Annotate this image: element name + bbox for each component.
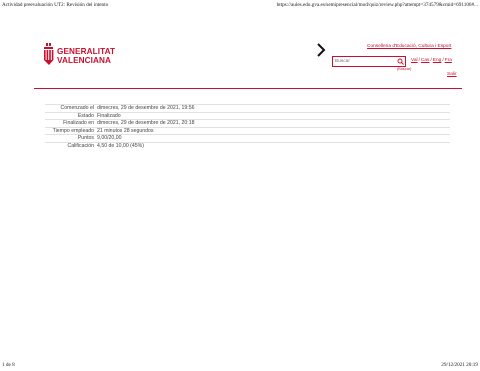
site-header: GENERALITAT VALENCIANA Conselleria d'Edu…: [40, 40, 460, 90]
lang-separator: /: [430, 58, 432, 63]
print-page-url: https://aules.edu.gva.es/semipresencial/…: [276, 2, 478, 8]
print-header: Actividad preevaluación UT2: Revisión de…: [0, 0, 480, 10]
print-page-number: 1 de 8: [2, 362, 15, 368]
lang-cas-link[interactable]: Cas: [421, 58, 430, 63]
search-label: (Buscar): [397, 67, 412, 71]
print-page-title: Actividad preevaluación UT2: Revisión de…: [2, 2, 109, 8]
search-input[interactable]: [333, 57, 395, 66]
summary-row-state: Estado Finalizado: [45, 112, 450, 120]
summary-value: dimecres, 29 de desembre de 2021, 20:18: [97, 120, 195, 127]
print-footer: 1 de 8 29/12/2021 20:19: [0, 361, 480, 371]
summary-row-started: Comenzado el dimecres, 29 de desembre de…: [45, 104, 450, 113]
print-datetime: 29/12/2021 20:19: [441, 362, 478, 368]
lang-val-link[interactable]: Val: [411, 58, 418, 63]
header-divider: [34, 88, 462, 89]
summary-label: Finalizado en: [63, 120, 94, 127]
summary-label: Calificación: [67, 142, 94, 149]
logo-line-1: GENERALITAT: [57, 47, 116, 56]
summary-row-points: Puntos 9,00/20,00: [45, 134, 450, 143]
summary-label: Puntos: [77, 135, 94, 142]
summary-row-finished: Finalizado en dimecres, 29 de desembre d…: [45, 119, 450, 128]
summary-value: 21 minutos 28 segundos: [97, 127, 154, 134]
search-icon[interactable]: [397, 58, 404, 65]
lang-separator: /: [418, 58, 420, 63]
department-link[interactable]: Conselleria d'Educació, Cultura i Esport: [367, 44, 451, 49]
logout-link[interactable]: Salir: [447, 72, 457, 77]
logo-line-2: VALENCIANA: [57, 56, 112, 65]
search-box: [332, 56, 406, 67]
summary-value: Finalizado: [97, 112, 121, 119]
generalitat-emblem-icon: [44, 43, 54, 65]
summary-label: Comenzado el: [60, 105, 94, 111]
summary-label: Estado: [77, 112, 94, 119]
summary-value: 9,00/20,00: [97, 135, 122, 142]
summary-value: 4,50 de 10,00 (45%): [97, 142, 145, 149]
lang-separator: /: [442, 58, 444, 63]
summary-label: Tiempo empleado: [52, 127, 94, 134]
summary-row-time-taken: Tiempo empleado 21 minutos 28 segundos: [45, 127, 450, 135]
summary-value: dimecres, 29 de desembre de 2021, 19:56: [97, 105, 195, 111]
lang-fra-link[interactable]: Fra: [445, 58, 452, 63]
chevron-right-icon[interactable]: [316, 43, 326, 57]
attempt-summary-table: Comenzado el dimecres, 29 de desembre de…: [45, 104, 450, 150]
summary-row-grade: Calificación 4,50 de 10,00 (45%): [45, 142, 450, 149]
language-selector: Val/Cas/Eng/Fra: [411, 58, 452, 63]
lang-eng-link[interactable]: Eng: [433, 58, 442, 63]
